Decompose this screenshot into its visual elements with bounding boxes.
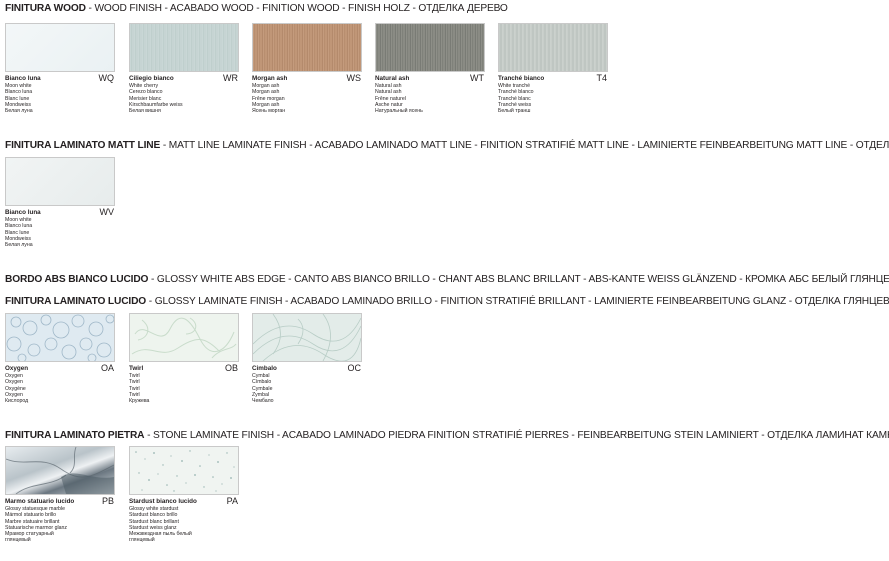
swatch-sample: [375, 23, 485, 72]
swatch-translations: Morgan ash Morgan ash Frêne morgan Morga…: [252, 83, 362, 114]
twirl-pattern: [131, 317, 237, 359]
swatch-code: PB: [101, 496, 114, 506]
swatch-sample: [5, 313, 115, 362]
swatch-code: WT: [470, 73, 484, 83]
swatch-code: OC: [347, 363, 362, 373]
swatch-code: WR: [223, 73, 238, 83]
swatch-card-wv: Bianco luna WV Moon white Blanco luna Bla…: [5, 157, 115, 248]
swatch-card-wt: Natural ash WT Natural ash Natural ash Fr…: [375, 23, 485, 114]
translation-line: Кружева: [129, 398, 150, 405]
swatch-name: Cimbalo: [252, 365, 277, 372]
swatch-name: Morgan ash: [252, 75, 288, 82]
swatch-code: OB: [224, 363, 238, 373]
translation-line: Натуральный ясень: [375, 108, 423, 115]
section-heading-abs-edge: BORDO ABS BIANCO LUCIDO - GLOSSY WHITE A…: [5, 273, 889, 286]
swatch-translations: Moon white Blanco luna Blanc lune Mondwe…: [5, 217, 115, 248]
swatch-name: Ciliegio bianco: [129, 75, 174, 82]
swatch-sample: [252, 23, 362, 72]
swatch-sample: [5, 23, 115, 72]
swatch-sample: [5, 446, 115, 495]
swatch-card-pb: Marmo statuario lucido PB Glossy statuesq…: [5, 446, 115, 544]
swatch-name: Natural ash: [375, 75, 410, 82]
section-title: FINITURA WOOD: [5, 3, 86, 14]
swatch-translations: Twirl Twirl Twirl Twirl Кружева: [129, 373, 239, 404]
swatch-translations: Natural ash Natural ash Frêne naturel As…: [375, 83, 485, 114]
translation-line: Белая вишня: [129, 108, 161, 115]
section-title: FINITURA LAMINATO LUCIDO: [5, 296, 147, 307]
swatch-card-oa: Oxygen OA Oxygen Oxygen Oxygène Oxygen Ки…: [5, 313, 115, 404]
section-heading-wood: FINITURA WOOD - WOOD FINISH - ACABADO WO…: [5, 2, 889, 15]
swatch-card-wq: Bianco luna WQ Moon white Blanco luna Bla…: [5, 23, 115, 114]
translation-line: Белый транш: [498, 108, 531, 115]
translation-line: Ясень морган: [252, 108, 286, 115]
swatch-sample: [129, 313, 239, 362]
section-title: FINITURA LAMINATO MATT LINE: [5, 140, 161, 151]
swatch-translations: Glossy white stardust Stardust blanco br…: [129, 506, 239, 544]
stardust-pattern: [135, 450, 235, 492]
swatch-card-wr: Ciliegio bianco WR White cherry Cerezo bl…: [129, 23, 239, 114]
section-heading-glossy: FINITURA LAMINATO LUCIDO - GLOSSY LAMINA…: [5, 295, 889, 308]
swatch-name: Twirl: [129, 365, 144, 372]
swatch-translations: Cymbal Címbalo Cymbale Zymbal Чембало: [252, 373, 362, 404]
swatch-code: WQ: [98, 73, 115, 83]
swatch-name: Bianco luna: [5, 75, 41, 82]
swatch-card-t4: Tranché bianco T4 White tranché Tranché b…: [498, 23, 608, 114]
cimbalo-pattern: [253, 314, 361, 361]
swatch-translations: Oxygen Oxygen Oxygène Oxygen Кислород: [5, 373, 115, 404]
section-subtitle: - WOOD FINISH - ACABADO WOOD - FINITION …: [85, 3, 508, 14]
swatch-code: T4: [596, 73, 607, 83]
translation-line: глянцевый: [5, 537, 31, 544]
swatch-card-ws: Morgan ash WS Morgan ash Morgan ash Frêne…: [252, 23, 362, 114]
translation-line: Белая луна: [5, 242, 33, 249]
swatch-name: Bianco luna: [5, 209, 41, 216]
section-heading-stone: FINITURA LAMINATO PIETRA - STONE LAMINAT…: [5, 429, 889, 442]
swatch-code: WV: [99, 207, 115, 217]
swatch-code: WS: [346, 73, 362, 83]
swatch-name: Marmo statuario lucido: [5, 498, 75, 505]
swatch-sample: [129, 446, 239, 495]
swatch-translations: Glossy statuesque marble Mármol statuari…: [5, 506, 115, 544]
swatch-name: Tranché bianco: [498, 75, 545, 82]
translation-line: Чембало: [252, 398, 274, 405]
oxygen-pattern: [6, 314, 114, 361]
swatch-translations: White tranché Tranché blanco Tranché bla…: [498, 83, 608, 114]
swatch-card-ob: Twirl OB Twirl Twirl Twirl Twirl Кружева: [129, 313, 239, 404]
section-subtitle: - GLOSSY LAMINATE FINISH - ACABADO LAMIN…: [146, 296, 889, 307]
swatch-translations: Moon white Blanco luna Blanc lune Mondwe…: [5, 83, 115, 114]
swatch-sample: [498, 23, 608, 72]
translation-line: Белая луна: [5, 108, 33, 115]
swatch-card-oc: Cimbalo OC Cymbal Címbalo Cymbale Zymbal …: [252, 313, 362, 404]
swatch-name: Oxygen: [5, 365, 29, 372]
swatch-translations: White cherry Cerezo blanco Merisier blan…: [129, 83, 239, 114]
swatch-card-pa: Stardust bianco lucido PA Glossy white st…: [129, 446, 239, 544]
section-subtitle: - MATT LINE LAMINATE FINISH - ACABADO LA…: [160, 140, 889, 151]
marble-pattern: [6, 447, 114, 494]
swatch-sample: [252, 313, 362, 362]
section-heading-matt-line: FINITURA LAMINATO MATT LINE - MATT LINE …: [5, 139, 889, 152]
swatch-name: Stardust bianco lucido: [129, 498, 197, 505]
translation-line: Кислород: [5, 398, 29, 405]
section-title: FINITURA LAMINATO PIETRA: [5, 430, 145, 441]
translation-line: глянцевый: [129, 537, 155, 544]
section-subtitle: - GLOSSY WHITE ABS EDGE - CANTO ABS BIAN…: [148, 274, 889, 285]
swatch-code: OA: [100, 363, 114, 373]
section-title: BORDO ABS BIANCO LUCIDO: [5, 274, 149, 285]
section-subtitle: - STONE LAMINATE FINISH - ACABADO LAMINA…: [144, 430, 889, 441]
swatch-sample: [129, 23, 239, 72]
swatch-sample: [5, 157, 115, 206]
swatch-code: PA: [226, 496, 238, 506]
